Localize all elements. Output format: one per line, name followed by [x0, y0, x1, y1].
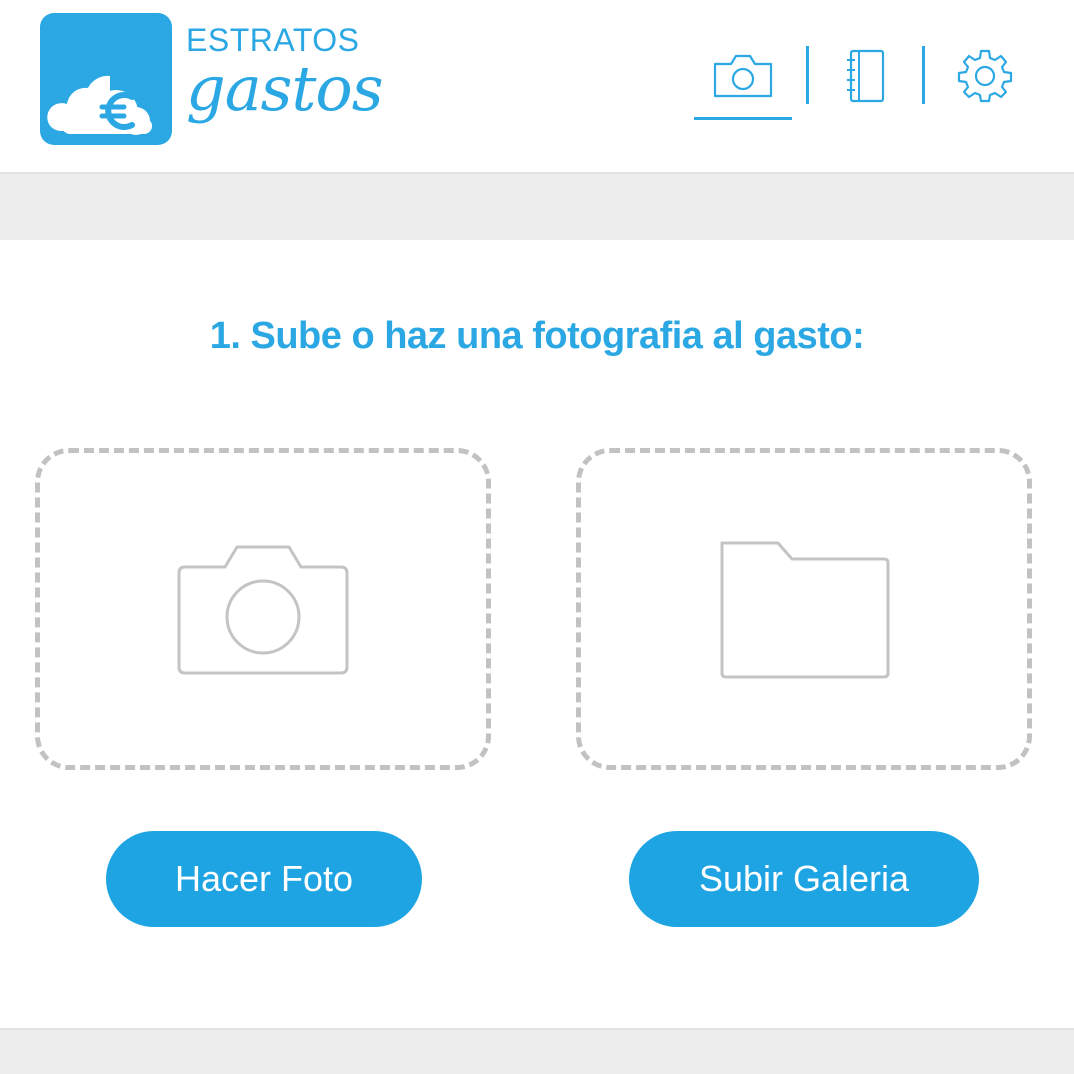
nav-divider	[922, 46, 925, 104]
active-tab-indicator	[694, 117, 792, 120]
brand-name-bottom: gastos	[186, 52, 384, 125]
upload-gallery-button[interactable]: Subir Galeria	[629, 831, 979, 927]
tab-expenses-list[interactable]	[826, 36, 906, 116]
camera-icon	[713, 54, 773, 98]
header-separator-band	[0, 172, 1074, 240]
gear-icon	[957, 49, 1013, 103]
gallery-drop-zone[interactable]	[576, 448, 1032, 770]
camera-icon	[177, 545, 349, 675]
folder-icon	[720, 541, 890, 679]
camera-drop-zone[interactable]	[35, 448, 491, 770]
notebook-icon	[847, 49, 885, 103]
app-screen: ESTRATOS gastos 1. Sube o haz una fotogr…	[0, 0, 1074, 1074]
tab-camera[interactable]	[703, 36, 783, 116]
footer-band	[0, 1028, 1074, 1074]
step-title: 1. Sube o haz una fotografia al gasto:	[209, 315, 865, 357]
app-logo	[40, 13, 172, 145]
take-photo-button[interactable]: Hacer Foto	[106, 831, 422, 927]
nav-divider	[806, 46, 809, 104]
cloud-euro-icon	[47, 75, 152, 135]
app-header: ESTRATOS gastos	[0, 0, 1074, 172]
tab-settings[interactable]	[945, 36, 1025, 116]
